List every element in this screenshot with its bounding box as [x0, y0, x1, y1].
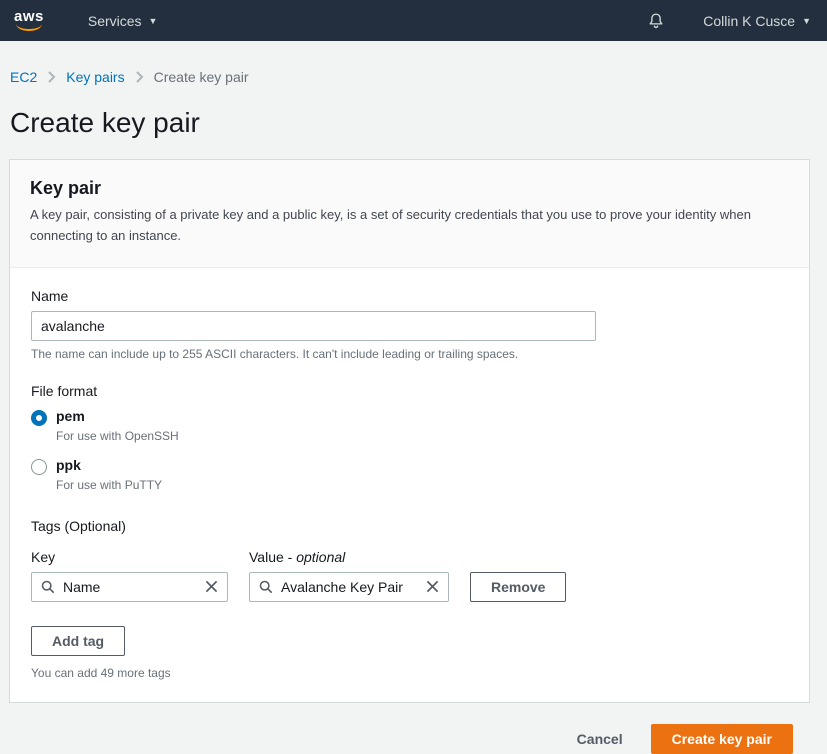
top-navigation-bar: aws Services ▼ Collin K Cusce ▼: [0, 0, 827, 41]
tag-value-column: Value - optional: [249, 549, 449, 602]
chevron-down-icon: ▼: [802, 16, 811, 26]
create-key-pair-button[interactable]: Create key pair: [651, 724, 793, 754]
name-field-hint: The name can include up to 255 ASCII cha…: [31, 347, 789, 361]
aws-logo[interactable]: aws: [14, 10, 44, 31]
form-actions: Cancel Create key pair: [10, 703, 810, 754]
file-format-group: File format pem For use with OpenSSH ppk…: [31, 383, 789, 492]
card-body: Name The name can include up to 255 ASCI…: [10, 268, 809, 702]
close-icon: [205, 580, 218, 593]
add-tag-button[interactable]: Add tag: [31, 626, 125, 656]
bell-icon: [647, 11, 665, 30]
radio-pem-label: pem: [56, 408, 85, 424]
breadcrumb-current: Create key pair: [154, 69, 249, 85]
chevron-down-icon: ▼: [149, 16, 158, 26]
tag-key-label: Key: [31, 549, 228, 565]
search-icon: [259, 580, 273, 594]
radio-option-text: pem For use with OpenSSH: [56, 408, 179, 443]
tag-value-label-prefix: Value -: [249, 549, 296, 565]
radio-ppk-description: For use with PuTTY: [56, 478, 162, 492]
tag-key-input-box: [31, 572, 228, 602]
tags-section-label: Tags (Optional): [31, 518, 789, 534]
radio-ppk-label: ppk: [56, 457, 81, 473]
card-header: Key pair A key pair, consisting of a pri…: [10, 160, 809, 268]
radio-option-text: ppk For use with PuTTY: [56, 457, 162, 492]
notifications-button[interactable]: [647, 11, 665, 30]
close-icon: [426, 580, 439, 593]
remove-tag-button[interactable]: Remove: [470, 572, 566, 602]
breadcrumb-ec2[interactable]: EC2: [10, 69, 37, 85]
aws-logo-text: aws: [14, 10, 44, 24]
card-title: Key pair: [30, 178, 789, 199]
card-description: A key pair, consisting of a private key …: [30, 205, 789, 247]
page-content: EC2 Key pairs Create key pair Create key…: [0, 69, 827, 754]
search-icon: [41, 580, 55, 594]
chevron-right-icon: [135, 71, 144, 83]
radio-option-ppk[interactable]: ppk For use with PuTTY: [31, 457, 789, 492]
tag-value-input[interactable]: [281, 579, 418, 595]
clear-value-button[interactable]: [426, 580, 439, 593]
services-menu-label: Services: [88, 13, 142, 29]
radio-option-pem[interactable]: pem For use with OpenSSH: [31, 408, 789, 443]
cancel-button[interactable]: Cancel: [577, 731, 623, 747]
tag-value-input-box: [249, 572, 449, 602]
tags-section: Tags (Optional) Key: [31, 518, 789, 680]
user-name: Collin K Cusce: [703, 13, 795, 29]
services-menu[interactable]: Services ▼: [88, 13, 158, 29]
name-field-label: Name: [31, 288, 789, 304]
radio-selected-icon[interactable]: [31, 410, 47, 426]
tag-key-input[interactable]: [63, 579, 197, 595]
tag-value-label: Value - optional: [249, 549, 449, 565]
tag-row: Key: [31, 549, 789, 602]
name-input[interactable]: [31, 311, 596, 341]
chevron-right-icon: [47, 71, 56, 83]
aws-smile-swoosh: [16, 24, 42, 31]
radio-unselected-icon[interactable]: [31, 459, 47, 475]
breadcrumb-key-pairs[interactable]: Key pairs: [66, 69, 124, 85]
breadcrumb: EC2 Key pairs Create key pair: [10, 69, 810, 85]
user-menu[interactable]: Collin K Cusce ▼: [703, 13, 811, 29]
key-pair-card: Key pair A key pair, consisting of a pri…: [9, 159, 810, 703]
tag-value-label-optional: optional: [296, 549, 345, 565]
tag-key-column: Key: [31, 549, 228, 602]
clear-key-button[interactable]: [205, 580, 218, 593]
page-title: Create key pair: [10, 107, 810, 139]
file-format-label: File format: [31, 383, 789, 399]
tags-remaining-hint: You can add 49 more tags: [31, 666, 789, 680]
radio-pem-description: For use with OpenSSH: [56, 429, 179, 443]
